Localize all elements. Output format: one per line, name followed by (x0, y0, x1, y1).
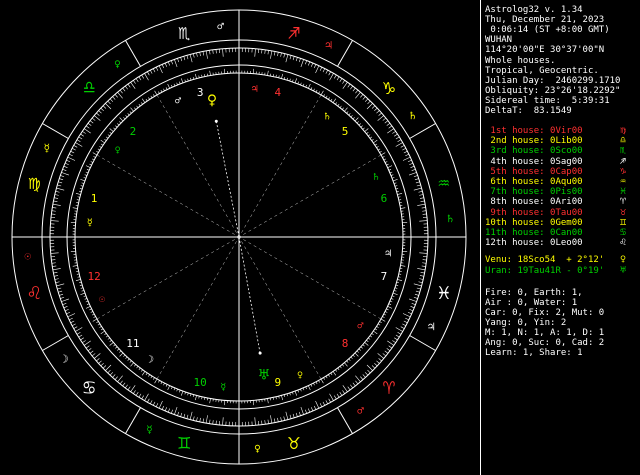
summary-line: Air : 0, Water: 1 (485, 298, 578, 308)
ruler-planet-icon: ♀ (114, 57, 121, 70)
ruler-planet-icon: ☉ (24, 249, 31, 262)
ruler-planet-icon: ♃ (428, 321, 435, 334)
summary-line: Learn: 1, Share: 1 (485, 348, 583, 358)
summary-line: Ang: 0, Suc: 0, Cad: 2 (485, 338, 605, 348)
ruler-planet-icon: ♀ (297, 370, 303, 381)
house-number: 3 (197, 86, 204, 99)
ruler-planet-icon: ♂ (357, 321, 364, 332)
ruler-planet-icon: ♃ (325, 39, 332, 52)
house-row: 2nd house: 0Lib00 (485, 136, 583, 147)
house-number: 9 (275, 376, 282, 389)
ruler-planet-icon: ♃ (252, 84, 258, 95)
venus-icon: ♀ (207, 91, 217, 111)
zodiac-sign-icon: ♉ (288, 430, 300, 454)
chart-date: Thu, December 21, 2023 (485, 15, 605, 25)
zodiac-sign-icon: ♈ (383, 375, 395, 399)
zodiac-sign-icon: ♊ (178, 430, 190, 454)
house-row: 8th house: 0Ari00 (485, 197, 583, 208)
summary-line: Car: 0, Fix: 2, Mut: 0 (485, 308, 605, 318)
house-row: 12th house: 0Leo00 (485, 238, 583, 249)
house-row: 6th house: 0Aqu00 (485, 177, 583, 187)
summary-line: M: 1, N: 1, A: 1, D: 1 (485, 328, 605, 338)
house-number: 6 (381, 192, 388, 205)
ruler-planet-icon: ☿ (146, 423, 153, 436)
app-title: Astrolog32 v. 1.34 (485, 5, 583, 15)
house-number: 10 (194, 376, 207, 389)
ruler-planet-icon: ☿ (44, 141, 51, 154)
house-row: 3rd house: 0Sco00 (485, 146, 583, 157)
zodiac-sign-icon: ♐ (288, 20, 300, 44)
house-row: 9th house: 0Tau00 (485, 207, 583, 218)
house-number: 5 (342, 125, 349, 138)
zodiac-sign-icon: ♏ (178, 20, 190, 44)
house-row: 4th house: 0Sag00 (485, 156, 583, 167)
ruler-planet-icon: ♄ (447, 213, 454, 226)
zodiac-sign-icon: ♎ (83, 75, 95, 99)
zodiac-sign-icon: ♒ (438, 170, 450, 194)
chart-place: WUHAN (485, 35, 513, 45)
house-row: 5th house: 0Cap00 (485, 166, 583, 177)
house-number: 11 (126, 337, 139, 350)
ruler-planet-icon: ♀ (115, 145, 121, 156)
house-row: 1st house: 0Vir00 (485, 126, 583, 136)
uranus-icon: ♅ (259, 366, 270, 386)
ruler-planet-icon: ☽ (62, 353, 69, 366)
ruler-planet-icon: ☉ (99, 294, 105, 305)
house-row: 7th house: 0Pis00 (485, 187, 583, 198)
house-number: 1 (91, 192, 98, 205)
zodiac-sign-icon: ♓ (438, 280, 450, 304)
ruler-planet-icon: ♄ (409, 109, 416, 122)
ruler-planet-icon: ♂ (217, 20, 224, 33)
house-row: 10th house: 0Gem00 (485, 217, 583, 228)
planet-icon: ♀ (620, 254, 627, 265)
planet-row: Uran: 19Tau41R - 0°19' (485, 265, 605, 276)
house-number: 7 (381, 270, 388, 283)
delta-t: DeltaT: 83.1549 (485, 106, 572, 116)
ruler-planet-icon: ☿ (87, 217, 93, 228)
ruler-planet-icon: ♄ (373, 172, 379, 183)
chart-coords: 114°20'00"E 30°37'00"N (485, 45, 605, 55)
house-row: 11th house: 0Can00 (485, 228, 583, 238)
ruler-planet-icon: ♂ (357, 405, 364, 418)
house-number: 4 (275, 86, 282, 99)
house-number: 12 (87, 270, 100, 283)
house-sign-icon: ♌ (620, 237, 627, 249)
ruler-planet-icon: ♀ (254, 442, 261, 455)
ruler-planet-icon: ♄ (324, 112, 330, 123)
ruler-planet-icon: ♂ (175, 96, 182, 107)
house-sign-icon: ♏ (620, 145, 627, 157)
summary-line: Fire: 0, Earth: 1, (485, 288, 583, 298)
ruler-planet-icon: ☽ (148, 354, 154, 365)
sidereal-time: Sidereal time: 5:39:31 (485, 96, 610, 106)
ruler-planet-icon: ☿ (220, 382, 226, 393)
summary-line: Yang: 0, Yin: 2 (485, 318, 567, 328)
chart-time: 0:06:14 (ST +8:00 GMT) (485, 25, 610, 35)
zodiac-sign-icon: ♍ (28, 170, 40, 194)
planet-row: Venu: 18Sco54 + 2°12' (485, 255, 605, 265)
zodiac-sign-icon: ♌ (28, 280, 40, 304)
obliquity: Obliquity: 23°26'18.2292" (485, 86, 621, 96)
house-number: 8 (342, 337, 349, 350)
ruler-planet-icon: ♃ (385, 249, 391, 260)
julian-day: Julian Day: 2460299.1710 (485, 76, 621, 86)
house-system: Whole houses. (485, 56, 556, 66)
chart-wheel: ♈ ♂ 8 ♂ ♉ ♀ 9 ♀ ♊ ☿ 10 ☿ ♋ ☽ 11 ☽ ♌ ☉ 12 ☉ ♍ ☿ 1 ☿ ♎ ♀ 2 ♀ ♏ ♂ 3 ♂ ♐ ♃ 4 ♃ ♑… (11, 9, 467, 465)
zodiac-sign-icon: ♑ (383, 75, 395, 99)
zodiac-type: Tropical, Geocentric. (485, 66, 599, 76)
house-number: 2 (130, 125, 137, 138)
zodiac-sign-icon: ♋ (83, 375, 95, 399)
planet-icon: ♅ (620, 264, 627, 276)
house-sign-icon: ♈ (620, 196, 627, 208)
